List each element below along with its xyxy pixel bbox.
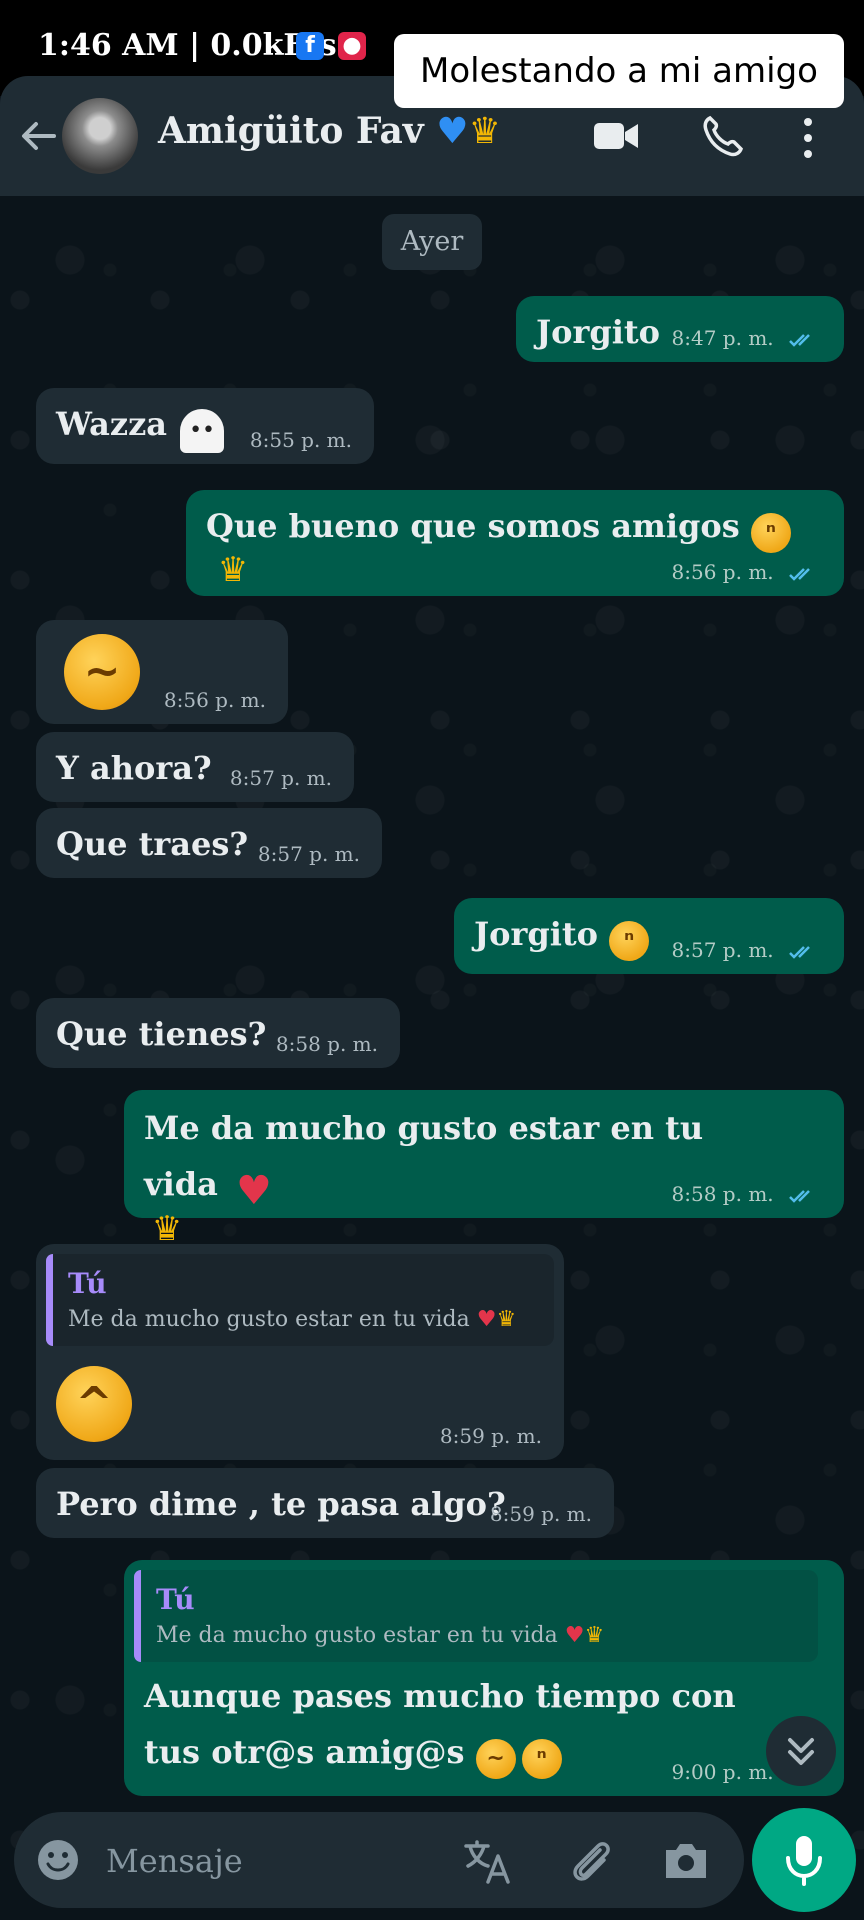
message-text: Que tienes? xyxy=(56,1015,267,1053)
message-time: 8:59 p. m. xyxy=(439,1424,542,1448)
message-outgoing[interactable]: Que bueno que somos amigos ⁿ ♛ 8:56 p. m. xyxy=(186,490,844,596)
read-ticks-icon xyxy=(789,567,810,581)
message-text: Que bueno que somos amigos xyxy=(206,507,740,545)
message-text: Aunque pases mucho tiempo con tus otr@s … xyxy=(144,1677,736,1771)
message-incoming[interactable]: Que tienes? 8:58 p. m. xyxy=(36,998,400,1068)
phone-call-icon[interactable] xyxy=(700,114,744,158)
quote-text-content: Me da mucho gusto estar en tu vida xyxy=(156,1623,558,1648)
microphone-icon xyxy=(786,1836,822,1886)
message-time: 8:58 p. m. xyxy=(275,1032,378,1056)
quote-text-content: Me da mucho gusto estar en tu vida xyxy=(68,1307,470,1332)
message-time: 8:47 p. m. xyxy=(671,326,774,350)
message-meta: 8:58 p. m. xyxy=(672,1182,818,1206)
screen-recorder-icon: ● xyxy=(338,32,366,60)
ghost-emoji: •• xyxy=(180,408,225,453)
message-text: Jorgito xyxy=(474,915,598,953)
quote-author: Tú xyxy=(156,1583,195,1616)
message-outgoing-reply[interactable]: Tú Me da mucho gusto estar en tu vida ♥♛… xyxy=(124,1560,844,1796)
quoted-message[interactable]: Tú Me da mucho gusto estar en tu vida ♥♛ xyxy=(134,1570,818,1662)
message-meta: 8:57 p. m. xyxy=(258,842,360,866)
message-meta: 8:57 p. m. xyxy=(230,766,332,790)
translate-icon[interactable] xyxy=(462,1836,512,1886)
facebook-icon: f xyxy=(296,32,324,60)
message-time: 9:00 p. m. xyxy=(671,1760,774,1784)
pleading-face-emoji: ⁿ xyxy=(521,1738,562,1779)
mending-heart-emoji: ♥ xyxy=(236,1167,272,1214)
message-meta: 8:57 p. m. xyxy=(672,938,818,962)
message-time: 8:59 p. m. xyxy=(489,1502,592,1526)
mending-heart-emoji: ♥ xyxy=(476,1307,497,1332)
message-incoming[interactable]: Que traes? 8:57 p. m. xyxy=(36,808,382,878)
message-meta: 8:56 p. m. xyxy=(164,688,266,712)
read-ticks-icon xyxy=(789,333,810,347)
contact-name[interactable]: Amigüito Fav ♥♛ xyxy=(158,110,501,152)
message-time: 8:55 p. m. xyxy=(249,428,352,452)
crown-emoji: ♛ xyxy=(217,549,249,590)
message-outgoing[interactable]: Jorgito ⁿ 8:57 p. m. xyxy=(454,898,844,974)
quote-author: Tú xyxy=(68,1267,107,1300)
message-incoming-reply[interactable]: Tú Me da mucho gusto estar en tu vida ♥♛… xyxy=(36,1244,564,1460)
message-text: Y ahora? xyxy=(56,749,212,787)
message-meta: 8:59 p. m. xyxy=(490,1502,592,1526)
camera-icon[interactable] xyxy=(662,1838,710,1882)
contact-avatar[interactable] xyxy=(62,98,138,174)
video-call-icon[interactable] xyxy=(592,118,640,154)
contact-name-text: Amigüito Fav xyxy=(158,110,424,152)
pleading-face-emoji: ⁿ xyxy=(750,512,791,553)
quoted-message[interactable]: Tú Me da mucho gusto estar en tu vida ♥♛ xyxy=(46,1254,554,1346)
mending-heart-emoji: ♥ xyxy=(564,1623,585,1648)
confused-face-emoji: ~ xyxy=(64,634,140,710)
message-incoming[interactable]: Y ahora? 8:57 p. m. xyxy=(36,732,354,802)
status-time: 1:46 AM | 0.0kB/s xyxy=(38,28,337,63)
quote-text: Me da mucho gusto estar en tu vida ♥♛ xyxy=(156,1620,802,1652)
message-time: 8:58 p. m. xyxy=(671,1182,774,1206)
downcast-sweat-emoji: ~ xyxy=(475,1738,516,1779)
message-meta: 8:58 p. m. xyxy=(276,1032,378,1056)
back-arrow-icon[interactable] xyxy=(18,116,58,156)
message-meta: 8:56 p. m. xyxy=(672,560,818,584)
voice-message-button[interactable] xyxy=(752,1808,856,1912)
message-incoming[interactable]: ~ 8:56 p. m. xyxy=(36,620,288,724)
message-time: 8:57 p. m. xyxy=(229,766,332,790)
read-ticks-icon xyxy=(789,1189,810,1203)
double-chevron-down-icon xyxy=(788,1738,814,1765)
more-options-icon[interactable] xyxy=(800,116,816,160)
message-time: 8:56 p. m. xyxy=(671,560,774,584)
message-meta: 8:47 p. m. xyxy=(672,326,818,350)
chat-area[interactable]: Ayer Jorgito 8:47 p. m. Wazza •• 8:55 p.… xyxy=(0,196,864,1806)
pleading-face-emoji: ⁿ xyxy=(609,920,650,961)
message-outgoing[interactable]: Jorgito 8:47 p. m. xyxy=(516,296,844,362)
overlay-caption: Molestando a mi amigo xyxy=(394,34,844,108)
message-text: Me da mucho gusto estar en tu vida xyxy=(144,1109,704,1203)
message-text: Jorgito xyxy=(536,313,660,351)
emoji-picker-icon[interactable] xyxy=(36,1838,80,1882)
crown-emoji: ♛ xyxy=(496,1307,517,1332)
crown-emoji: ♛ xyxy=(151,1209,183,1249)
message-text: Que traes? xyxy=(56,825,249,863)
date-chip: Ayer xyxy=(382,214,482,270)
message-time: 8:57 p. m. xyxy=(257,842,360,866)
message-incoming[interactable]: Pero dime , te pasa algo? 8:59 p. m. xyxy=(36,1468,614,1538)
attach-paperclip-icon[interactable] xyxy=(566,1836,616,1886)
read-ticks-icon xyxy=(789,945,810,959)
message-text: Wazza xyxy=(56,405,167,443)
message-composer xyxy=(14,1812,744,1908)
crown-emoji: ♛ xyxy=(584,1623,605,1648)
message-time: 8:56 p. m. xyxy=(163,688,266,712)
message-meta: 8:59 p. m. xyxy=(440,1424,542,1448)
blue-heart-icon: ♥ xyxy=(436,111,469,152)
scroll-to-bottom-button[interactable] xyxy=(766,1716,836,1786)
message-outgoing[interactable]: Me da mucho gusto estar en tu vida ♥ ♛ 8… xyxy=(124,1090,844,1246)
message-incoming[interactable]: Wazza •• 8:55 p. m. xyxy=(36,388,374,464)
message-time: 8:57 p. m. xyxy=(671,938,774,962)
message-input[interactable] xyxy=(104,1834,438,1888)
message-text: Pero dime , te pasa algo? xyxy=(56,1485,506,1523)
crown-icon: ♛ xyxy=(468,111,501,152)
hugging-face-emoji: ^ xyxy=(56,1366,132,1442)
quote-text: Me da mucho gusto estar en tu vida ♥♛ xyxy=(68,1304,538,1336)
message-meta: 8:55 p. m. xyxy=(250,428,352,452)
